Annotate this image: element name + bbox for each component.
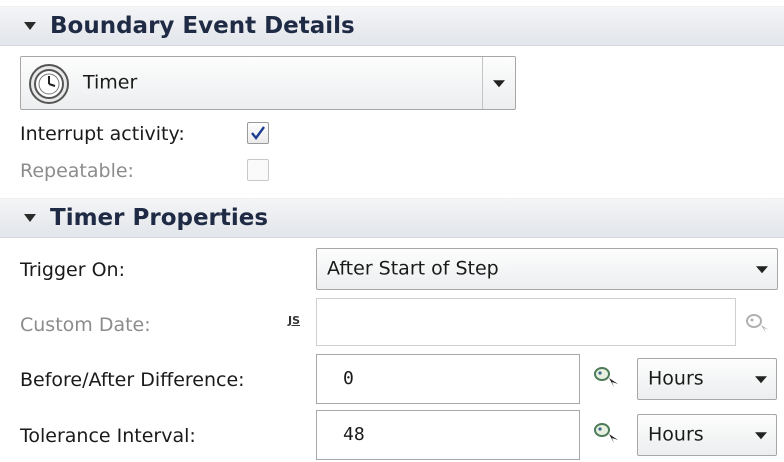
event-type-dropdown-button[interactable] [482, 57, 515, 109]
collapse-triangle-icon[interactable] [24, 22, 36, 30]
tolerance-interval-input[interactable]: 48 [316, 410, 580, 460]
tolerance-interval-label: Tolerance Interval: [20, 425, 196, 447]
trigger-on-dropdown-button[interactable] [747, 249, 777, 289]
expression-editor-icon[interactable] [592, 418, 620, 446]
interrupt-activity-checkbox[interactable] [247, 122, 269, 144]
checkmark-icon [251, 126, 265, 140]
event-type-value: Timer [83, 71, 138, 94]
trigger-on-select[interactable]: After Start of Step [316, 248, 778, 290]
chevron-down-icon [755, 376, 767, 384]
before-after-difference-value: 0 [343, 368, 354, 390]
trigger-on-label: Trigger On: [20, 259, 125, 281]
custom-date-label: Custom Date: [20, 314, 151, 336]
chevron-down-icon [755, 432, 767, 440]
chevron-down-icon [493, 80, 505, 88]
custom-date-input[interactable] [316, 298, 736, 346]
interrupt-activity-label: Interrupt activity: [20, 123, 185, 145]
javascript-icon: JS [288, 314, 301, 327]
event-type-select[interactable]: Timer [20, 56, 516, 110]
tolerance-interval-unit-value: Hours [648, 423, 704, 446]
section-title: Timer Properties [50, 205, 269, 231]
collapse-triangle-icon[interactable] [24, 214, 36, 222]
unit-dropdown-button[interactable] [746, 415, 776, 455]
before-after-difference-input[interactable]: 0 [316, 354, 580, 404]
tolerance-interval-unit-select[interactable]: Hours [637, 414, 777, 456]
before-after-difference-unit-value: Hours [648, 367, 704, 390]
boundary-event-details-header[interactable]: Boundary Event Details [0, 6, 784, 46]
trigger-on-value: After Start of Step [327, 257, 499, 280]
repeatable-label: Repeatable: [20, 160, 134, 182]
chevron-down-icon [756, 266, 768, 274]
tolerance-interval-value: 48 [343, 424, 365, 446]
before-after-difference-unit-select[interactable]: Hours [637, 358, 777, 400]
repeatable-checkbox[interactable] [247, 159, 269, 181]
expression-editor-icon[interactable] [592, 362, 620, 390]
expression-editor-icon[interactable] [744, 308, 772, 336]
section-title: Boundary Event Details [50, 13, 355, 39]
unit-dropdown-button[interactable] [746, 359, 776, 399]
timer-properties-header[interactable]: Timer Properties [0, 198, 784, 238]
before-after-difference-label: Before/After Difference: [20, 369, 245, 391]
timer-clock-icon [29, 64, 69, 104]
